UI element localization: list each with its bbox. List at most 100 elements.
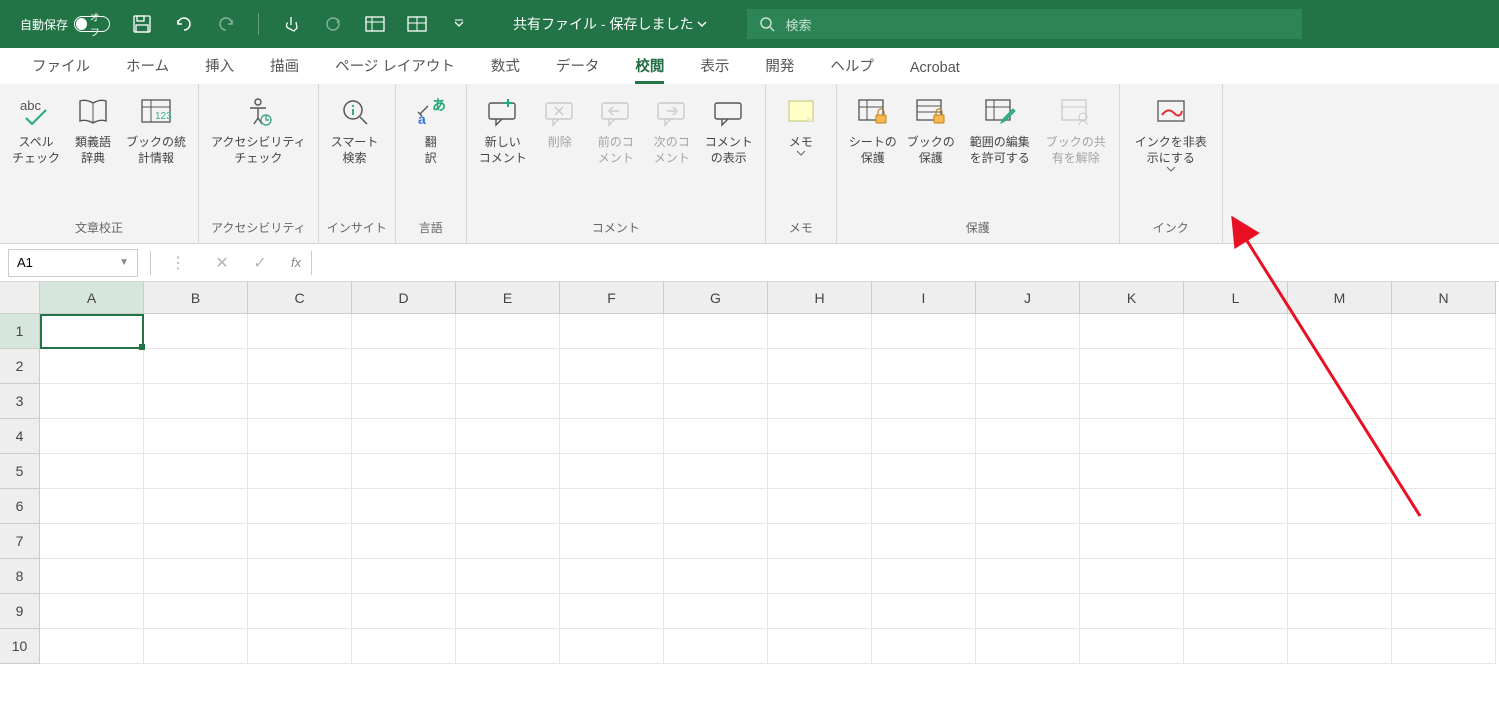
cell[interactable] <box>768 454 872 489</box>
cell[interactable] <box>1184 314 1288 349</box>
cell[interactable] <box>560 384 664 419</box>
cell[interactable] <box>352 524 456 559</box>
cell[interactable] <box>40 349 144 384</box>
cell[interactable] <box>1288 489 1392 524</box>
cell[interactable] <box>144 349 248 384</box>
cell[interactable] <box>560 559 664 594</box>
cell[interactable] <box>40 314 144 349</box>
new-comment-button[interactable]: 新しい コメント <box>475 90 531 168</box>
cell[interactable] <box>1392 524 1496 559</box>
hide-ink-button[interactable]: インクを非表 示にする <box>1128 90 1214 174</box>
row-header[interactable]: 6 <box>0 489 40 524</box>
cell[interactable] <box>664 559 768 594</box>
cell[interactable] <box>1184 419 1288 454</box>
cell[interactable] <box>768 559 872 594</box>
cell[interactable] <box>1080 419 1184 454</box>
cell[interactable] <box>872 524 976 559</box>
cell[interactable] <box>144 384 248 419</box>
tab-page-layout[interactable]: ページ レイアウト <box>317 47 473 84</box>
cancel-button[interactable]: ✕ <box>209 250 235 276</box>
cell[interactable] <box>976 419 1080 454</box>
cell[interactable] <box>976 489 1080 524</box>
cell[interactable] <box>1184 384 1288 419</box>
cell[interactable] <box>352 349 456 384</box>
cell[interactable] <box>560 629 664 664</box>
cell[interactable] <box>1080 384 1184 419</box>
protect-sheet-button[interactable]: シートの 保護 <box>845 90 901 168</box>
cell[interactable] <box>1392 349 1496 384</box>
row-header[interactable]: 3 <box>0 384 40 419</box>
cell[interactable] <box>664 349 768 384</box>
tab-view[interactable]: 表示 <box>682 47 747 84</box>
cell[interactable] <box>144 454 248 489</box>
cell[interactable] <box>144 314 248 349</box>
search-box[interactable]: 検索 <box>747 9 1302 39</box>
protect-workbook-button[interactable]: ブックの 保護 <box>903 90 959 168</box>
cell[interactable] <box>1288 524 1392 559</box>
cell[interactable] <box>1080 524 1184 559</box>
cell[interactable] <box>456 629 560 664</box>
cell[interactable] <box>352 384 456 419</box>
cell[interactable] <box>768 629 872 664</box>
redo-button[interactable] <box>212 10 240 38</box>
cell[interactable] <box>40 489 144 524</box>
cell[interactable] <box>456 314 560 349</box>
cell[interactable] <box>352 489 456 524</box>
cell[interactable] <box>1080 559 1184 594</box>
cell[interactable] <box>456 559 560 594</box>
cell[interactable] <box>1392 314 1496 349</box>
cell[interactable] <box>40 559 144 594</box>
cell[interactable] <box>248 349 352 384</box>
repeat-button[interactable] <box>319 10 347 38</box>
cell[interactable] <box>1184 489 1288 524</box>
cell[interactable] <box>40 594 144 629</box>
row-header[interactable]: 4 <box>0 419 40 454</box>
fx-icon[interactable]: fx <box>291 255 301 270</box>
name-box[interactable]: A1 ▼ <box>8 249 138 277</box>
row-header[interactable]: 9 <box>0 594 40 629</box>
cell[interactable] <box>456 454 560 489</box>
cell[interactable] <box>248 489 352 524</box>
tab-insert[interactable]: 挿入 <box>187 47 252 84</box>
cell[interactable] <box>872 489 976 524</box>
cell[interactable] <box>560 454 664 489</box>
cell[interactable] <box>1184 349 1288 384</box>
cell[interactable] <box>872 349 976 384</box>
tab-formulas[interactable]: 数式 <box>473 47 538 84</box>
cell[interactable] <box>768 349 872 384</box>
cell[interactable] <box>144 594 248 629</box>
cell[interactable] <box>664 314 768 349</box>
column-header[interactable]: J <box>976 282 1080 314</box>
enter-button[interactable]: ✓ <box>247 250 273 276</box>
column-header[interactable]: D <box>352 282 456 314</box>
cell[interactable] <box>664 629 768 664</box>
cell[interactable] <box>40 629 144 664</box>
cell[interactable] <box>664 594 768 629</box>
cell[interactable] <box>560 489 664 524</box>
cell[interactable] <box>768 489 872 524</box>
cell[interactable] <box>1080 489 1184 524</box>
column-header[interactable]: L <box>1184 282 1288 314</box>
cell[interactable] <box>248 419 352 454</box>
cell[interactable] <box>144 629 248 664</box>
spell-check-button[interactable]: abc スペル チェック <box>8 90 64 168</box>
column-header[interactable]: F <box>560 282 664 314</box>
cell[interactable] <box>872 559 976 594</box>
cell[interactable] <box>456 384 560 419</box>
cell[interactable] <box>248 384 352 419</box>
cell[interactable] <box>248 454 352 489</box>
tab-draw[interactable]: 描画 <box>252 47 317 84</box>
cell[interactable] <box>1080 314 1184 349</box>
column-header[interactable]: M <box>1288 282 1392 314</box>
cell[interactable] <box>248 594 352 629</box>
undo-button[interactable] <box>170 10 198 38</box>
cell[interactable] <box>456 524 560 559</box>
column-header[interactable]: N <box>1392 282 1496 314</box>
cell[interactable] <box>40 524 144 559</box>
row-header[interactable]: 7 <box>0 524 40 559</box>
cell[interactable] <box>976 629 1080 664</box>
cell[interactable] <box>976 314 1080 349</box>
cell[interactable] <box>872 314 976 349</box>
cell[interactable] <box>352 419 456 454</box>
cell[interactable] <box>664 454 768 489</box>
